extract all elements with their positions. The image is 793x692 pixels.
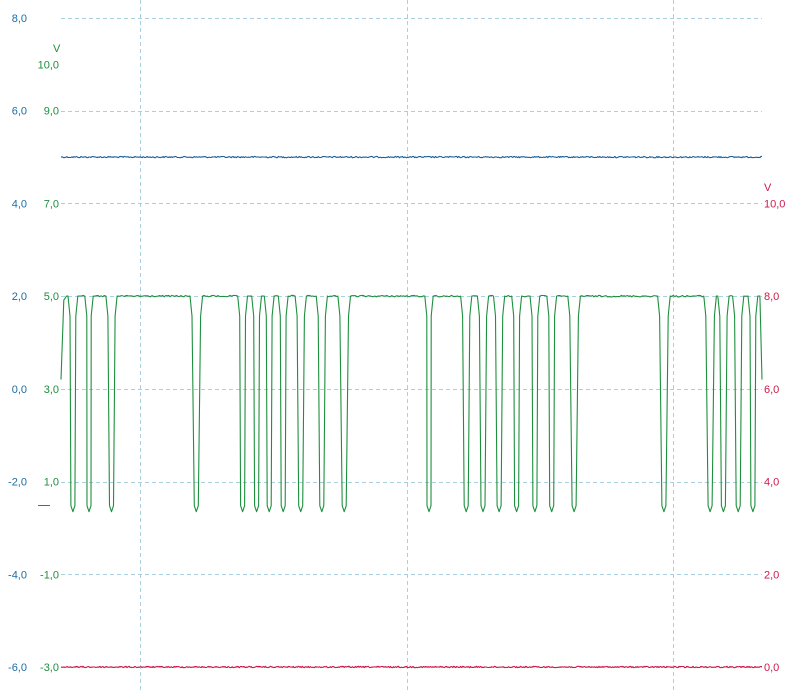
tick-label-blue: -4,0 — [8, 569, 27, 581]
tick-label-blue: 6,0 — [12, 106, 27, 118]
tick-label-blue: 8,0 — [12, 13, 27, 25]
tick-label-green: 1,0 — [44, 477, 59, 489]
axis-blue-ticks: 8,0 6,0 4,0 2,0 0,0 -2,0 -4,0 -6,0 — [8, 13, 27, 674]
tick-label-green: -1,0 — [40, 569, 59, 581]
tick-label-red: 8,0 — [764, 291, 779, 303]
axis-red-unit: V — [764, 182, 772, 194]
tick-label-red: 4,0 — [764, 477, 779, 489]
tick-label-blue: 2,0 — [12, 291, 27, 303]
tick-label-red: 6,0 — [764, 384, 779, 396]
tick-label-blue: 4,0 — [12, 198, 27, 210]
axis-red-ticks: 10,0 8,0 6,0 4,0 2,0 0,0 — [764, 198, 785, 674]
tick-label-green: 3,0 — [44, 384, 59, 396]
oscilloscope-chart: 8,0 6,0 4,0 2,0 0,0 -2,0 -4,0 -6,0 10,0 9,0 7,0 5,… — [8, 0, 785, 692]
tick-label-red: 2,0 — [764, 569, 779, 581]
series-traces — [60, 155, 763, 669]
tick-label-green: 10,0 — [38, 59, 59, 71]
tick-label-blue: -2,0 — [8, 477, 27, 489]
grid — [61, 0, 762, 692]
tick-label-blue: 0,0 — [12, 384, 27, 396]
trace-green — [60, 294, 763, 513]
axis-green-unit: V — [53, 43, 61, 55]
axis-green-ticks: 10,0 9,0 7,0 5,0 3,0 1,0 -1,0 -3,0 — [38, 59, 59, 674]
tick-label-red: 10,0 — [764, 198, 785, 210]
tick-label-green: 9,0 — [44, 106, 59, 118]
tick-label-green: 5,0 — [44, 291, 59, 303]
trace-blue — [60, 155, 762, 159]
tick-label-red: 0,0 — [764, 662, 779, 674]
tick-label-blue: -6,0 — [8, 662, 27, 674]
tick-label-green: -3,0 — [40, 662, 59, 674]
tick-label-green: 7,0 — [44, 198, 59, 210]
